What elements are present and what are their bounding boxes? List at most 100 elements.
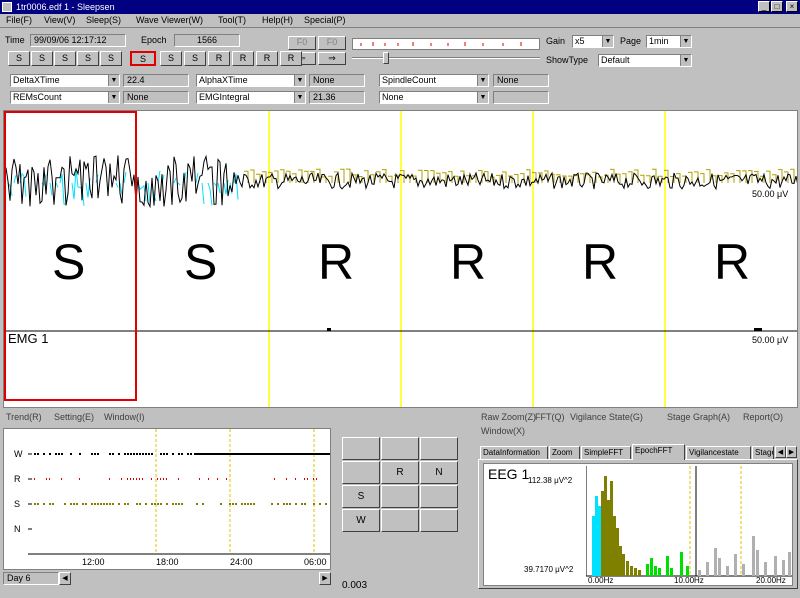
stage-button[interactable]: S bbox=[77, 51, 99, 66]
stage-button[interactable]: R bbox=[256, 51, 278, 66]
stage-button[interactable]: S bbox=[100, 51, 122, 66]
fft-x-label: 10.00Hz bbox=[674, 576, 704, 585]
stage-label: S bbox=[184, 234, 218, 290]
menu-trend[interactable]: Trend(R) bbox=[6, 412, 42, 422]
menu-help[interactable]: Help(H) bbox=[262, 15, 293, 25]
trend-scrollbar[interactable]: Day 6 ◀ ▶ bbox=[3, 572, 331, 585]
fft-bar bbox=[650, 558, 653, 576]
menu-stage-graph[interactable]: Stage Graph(A) bbox=[667, 412, 730, 422]
param-select-emgintegral[interactable]: EMGIntegral ▼ bbox=[196, 91, 306, 104]
tab-zoom[interactable]: Zoom bbox=[549, 446, 580, 459]
tab-vigilancestate[interactable]: Vigilancestate bbox=[686, 446, 751, 459]
menu-raw-zoom[interactable]: Raw Zoom(Z) bbox=[481, 412, 536, 422]
param-select-deltaxtime[interactable]: DeltaXTime ▼ bbox=[10, 74, 120, 87]
fft-bar bbox=[616, 528, 619, 576]
fft-bar bbox=[686, 566, 689, 576]
param-select-alphaxtime[interactable]: AlphaXTime ▼ bbox=[196, 74, 306, 87]
stage-button[interactable]: R bbox=[208, 51, 230, 66]
stage-button[interactable]: S bbox=[184, 51, 206, 66]
fft-bar bbox=[619, 546, 622, 576]
stage-grid-cell[interactable] bbox=[420, 437, 458, 460]
stage-grid-cell[interactable] bbox=[420, 485, 458, 508]
epoch-slider-track[interactable] bbox=[352, 57, 540, 59]
title-bar: 1tr0006.edf 1 - Sleepsen bbox=[0, 0, 800, 14]
menu-setting[interactable]: Setting(E) bbox=[54, 412, 94, 422]
scroll-right-arrow-icon[interactable]: ▶ bbox=[319, 572, 331, 585]
stage-button[interactable]: R bbox=[232, 51, 254, 66]
tab-datainformation[interactable]: DataInformation bbox=[480, 446, 548, 459]
stage-button[interactable]: S bbox=[31, 51, 53, 66]
stage-grid-cell[interactable]: N bbox=[420, 461, 458, 484]
scroll-left-arrow-icon[interactable]: ◀ bbox=[59, 572, 71, 585]
trend-y-label-w: W bbox=[14, 449, 23, 459]
tab-simplefft[interactable]: SimpleFFT bbox=[581, 446, 631, 459]
fft-bar bbox=[601, 491, 604, 576]
close-button[interactable]: × bbox=[786, 1, 798, 12]
tab-stage[interactable]: Stage bbox=[752, 446, 774, 459]
stage-grid-cell[interactable]: W bbox=[342, 509, 380, 532]
fft-bar bbox=[670, 568, 673, 576]
fft-bar bbox=[607, 500, 610, 576]
epoch-slider-thumb[interactable] bbox=[383, 52, 389, 64]
menu-special[interactable]: Special(P) bbox=[304, 15, 346, 25]
fft-bar bbox=[680, 552, 683, 576]
stage-grid-cell[interactable] bbox=[381, 485, 419, 508]
tab-scroll-left-icon[interactable]: ◀ bbox=[775, 446, 786, 458]
menu-vigilance-state[interactable]: Vigilance State(G) bbox=[570, 412, 643, 422]
menu-window[interactable]: Window(I) bbox=[104, 412, 145, 422]
eeg-scale: 50.00 μV bbox=[752, 189, 789, 199]
param-select-none[interactable]: None ▼ bbox=[379, 91, 489, 104]
time-label: Time bbox=[5, 35, 25, 45]
tab-epochfft[interactable]: EpochFFT bbox=[632, 444, 685, 460]
emg-scale: 50.00 μV bbox=[752, 335, 789, 345]
stage-grid-cell[interactable] bbox=[342, 461, 380, 484]
stage-grid-cell[interactable] bbox=[420, 509, 458, 532]
fft-bar bbox=[764, 562, 767, 576]
param-select-label: AlphaXTime bbox=[199, 75, 248, 85]
menu-file[interactable]: File(F) bbox=[6, 15, 32, 25]
stage-grid-cell[interactable]: S bbox=[342, 485, 380, 508]
menu-sleep[interactable]: Sleep(S) bbox=[86, 15, 121, 25]
stage-button[interactable]: S bbox=[130, 51, 156, 66]
wave-viewer[interactable]: S S R R R R 50.00 μV EMG 1 50.00 μV bbox=[3, 110, 798, 408]
f0-button-1[interactable]: F0 bbox=[288, 36, 316, 50]
param-select-label: DeltaXTime bbox=[13, 75, 60, 85]
stage-grid-cell[interactable] bbox=[381, 437, 419, 460]
stage-button[interactable]: S bbox=[54, 51, 76, 66]
chevron-down-icon: ▼ bbox=[294, 92, 305, 103]
tab-scroll-right-icon[interactable]: ▶ bbox=[786, 446, 797, 458]
menu-window-x[interactable]: Window(X) bbox=[481, 426, 525, 436]
window-title: 1tr0006.edf 1 - Sleepsen bbox=[16, 2, 115, 12]
trend-y-label-n: N bbox=[14, 524, 21, 534]
stage-button[interactable]: S bbox=[8, 51, 30, 66]
gain-select[interactable]: x5 ▼ bbox=[572, 35, 614, 48]
param-select-remscount[interactable]: REMsCount ▼ bbox=[10, 91, 120, 104]
next-button[interactable]: ⇒ bbox=[318, 52, 346, 65]
chevron-down-icon: ▼ bbox=[680, 36, 691, 47]
stage-grid-cell[interactable]: R bbox=[381, 461, 419, 484]
trend-chart[interactable]: W R S N 12:00 18:00 24:00 06:00 bbox=[3, 428, 331, 570]
menu-tool[interactable]: Tool(T) bbox=[218, 15, 246, 25]
menu-fft[interactable]: FFT(Q) bbox=[535, 412, 565, 422]
stage-button[interactable]: R bbox=[280, 51, 302, 66]
fft-bar bbox=[714, 548, 717, 576]
page-select[interactable]: 1min ▼ bbox=[646, 35, 692, 48]
minimize-button[interactable]: _ bbox=[758, 1, 770, 12]
param-value-alphaxtime: None bbox=[309, 74, 365, 87]
stage-button[interactable]: S bbox=[160, 51, 182, 66]
fft-bar bbox=[752, 536, 755, 576]
menu-wave-viewer[interactable]: Wave Viewer(W) bbox=[136, 15, 203, 25]
trend-y-label-r: R bbox=[14, 474, 21, 484]
showtype-value: Default bbox=[601, 55, 630, 65]
menu-report[interactable]: Report(O) bbox=[743, 412, 783, 422]
param-select-label: EMGIntegral bbox=[199, 92, 250, 102]
fft-bar bbox=[706, 562, 709, 576]
stage-grid-cell[interactable] bbox=[342, 437, 380, 460]
f0-button-2[interactable]: F0 bbox=[318, 36, 346, 50]
menu-view[interactable]: View(V) bbox=[44, 15, 75, 25]
showtype-select[interactable]: Default ▼ bbox=[598, 54, 692, 67]
maximize-button[interactable]: □ bbox=[771, 1, 783, 12]
stage-grid-cell[interactable] bbox=[381, 509, 419, 532]
param-select-spindlecount[interactable]: SpindleCount ▼ bbox=[379, 74, 489, 87]
fft-bar bbox=[742, 564, 745, 576]
